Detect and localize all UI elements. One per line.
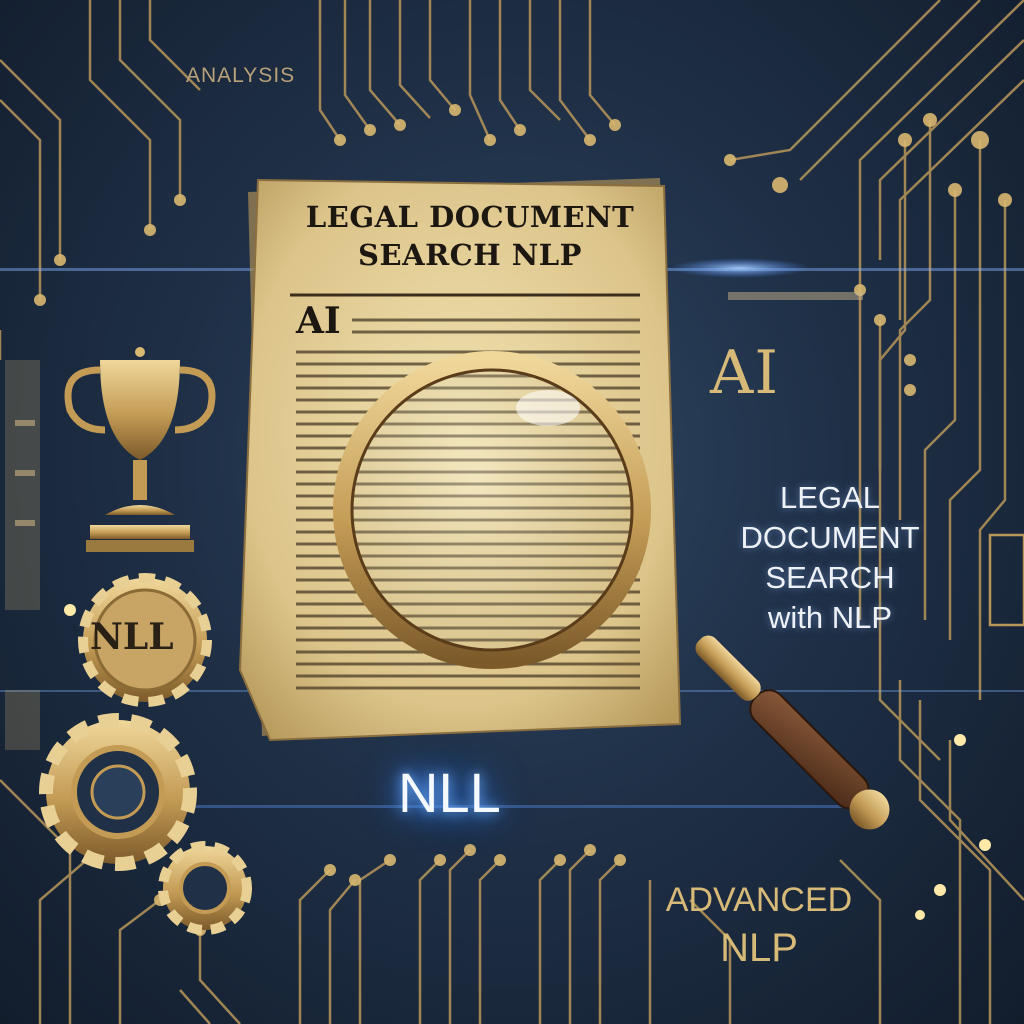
side-ai-label: AI xyxy=(710,338,780,408)
document-title: LEGAL DOCUMENT SEARCH NLP xyxy=(305,200,635,272)
side-title-line: LEGAL xyxy=(780,480,880,515)
side-title-line: with NLP xyxy=(767,600,893,635)
circuit-chip xyxy=(988,533,1024,627)
side-title-line: DOCUMENT xyxy=(740,520,920,555)
gear-icon-small xyxy=(158,841,252,935)
advanced-line: ADVANCED xyxy=(665,881,853,919)
trophy-icon xyxy=(64,347,216,552)
document-ai-tag: AI xyxy=(296,300,341,342)
nlp-line: NLP xyxy=(720,926,798,970)
glowing-nll-label: NLL xyxy=(398,761,501,824)
gear-label: NLL xyxy=(90,616,174,658)
gear-icon-large xyxy=(39,713,197,871)
side-title-line: SEARCH xyxy=(765,560,895,595)
side-title: LEGAL DOCUMENT SEARCH with NLP xyxy=(700,478,960,638)
analysis-label: ANALYSIS xyxy=(186,64,296,87)
advanced-nlp-label: ADVANCED NLP xyxy=(652,876,866,972)
left-panels xyxy=(5,360,40,750)
tiny-text-band xyxy=(728,292,863,300)
